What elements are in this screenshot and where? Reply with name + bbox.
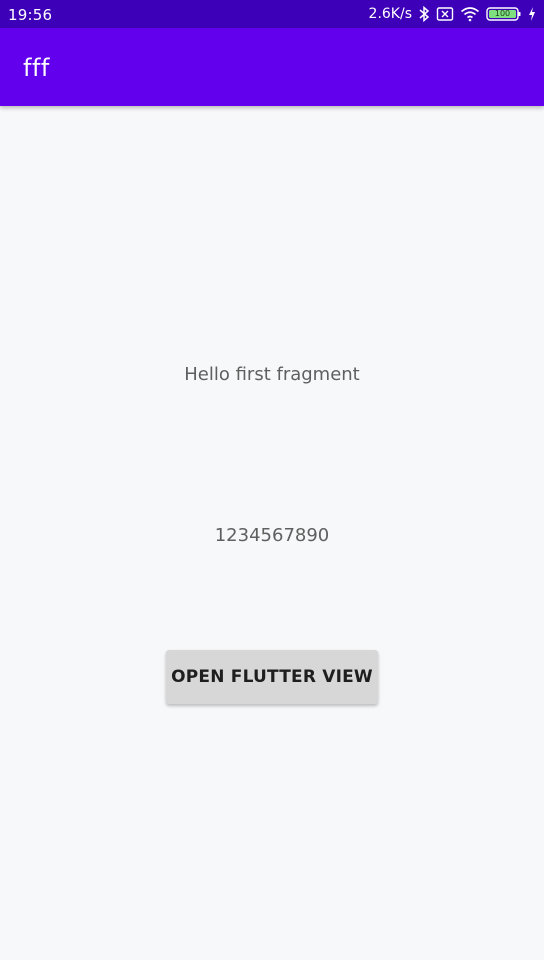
app-bar: fff bbox=[0, 28, 544, 106]
wifi-icon bbox=[460, 6, 480, 22]
sim-blocked-icon bbox=[436, 6, 454, 22]
number-text: 1234567890 bbox=[214, 525, 330, 546]
status-time: 19:56 bbox=[8, 6, 53, 24]
battery-level-text: 100 bbox=[494, 9, 511, 18]
network-speed: 2.6K/s bbox=[368, 6, 412, 22]
hello-text: Hello first fragment bbox=[184, 364, 360, 385]
main-content: Hello first fragment 1234567890 OPEN FLU… bbox=[0, 106, 544, 960]
app-title: fff bbox=[23, 54, 50, 82]
battery-icon: 100 bbox=[486, 6, 522, 22]
charging-bolt-icon bbox=[528, 7, 536, 21]
bluetooth-icon bbox=[418, 6, 430, 22]
status-bar: 19:56 2.6K/s 100 bbox=[0, 0, 544, 28]
status-icons: 2.6K/s 100 bbox=[369, 4, 536, 24]
open-flutter-view-button[interactable]: OPEN FLUTTER VIEW bbox=[166, 650, 378, 704]
